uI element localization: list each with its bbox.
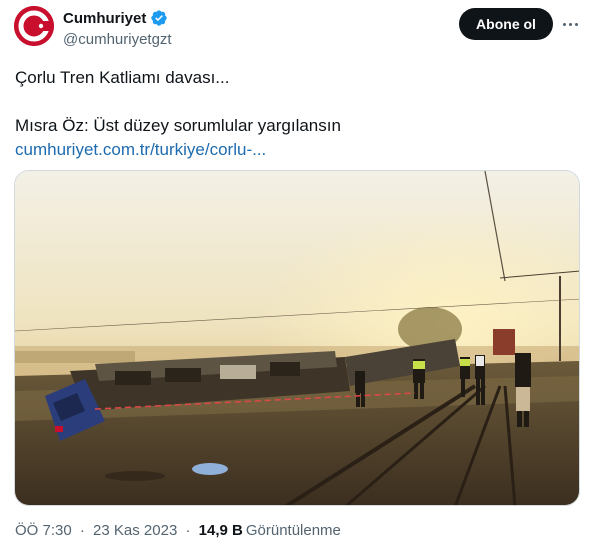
account-handle[interactable]: @cumhuriyetgzt xyxy=(63,31,172,48)
more-dots-icon xyxy=(562,22,566,26)
tweet-text: Çorlu Tren Katliamı davası... Mısra Öz: … xyxy=(15,66,585,162)
separator: · xyxy=(79,522,85,539)
avatar[interactable] xyxy=(14,6,54,46)
tweet-time[interactable]: ÖÖ 7:30 xyxy=(15,522,72,539)
tweet-text-line-1: Çorlu Tren Katliamı davası... xyxy=(15,68,230,87)
display-name[interactable]: Cumhuriyet xyxy=(63,10,146,27)
tweet-metadata: ÖÖ 7:30 · 23 Kas 2023 · 14,9 B Görüntülen… xyxy=(15,522,341,539)
views-label: Görüntülenme xyxy=(245,522,341,539)
tweet-text-line-2: Mısra Öz: Üst düzey sorumlular yargılans… xyxy=(15,116,341,135)
tweet-photo[interactable] xyxy=(14,170,580,506)
verified-badge-icon xyxy=(151,10,168,26)
follow-button[interactable]: Abone ol xyxy=(459,8,553,40)
tweet-date[interactable]: 23 Kas 2023 xyxy=(93,522,177,539)
cumhuriyet-logo-icon xyxy=(14,6,54,46)
tweet-link[interactable]: cumhuriyet.com.tr/turkiye/corlu-... xyxy=(15,140,266,159)
account-name-row[interactable]: Cumhuriyet xyxy=(63,9,168,27)
views-count: 14,9 B xyxy=(198,522,243,539)
more-options-button[interactable] xyxy=(559,13,581,35)
separator: · xyxy=(185,522,191,539)
train-derailment-photo xyxy=(15,171,579,505)
